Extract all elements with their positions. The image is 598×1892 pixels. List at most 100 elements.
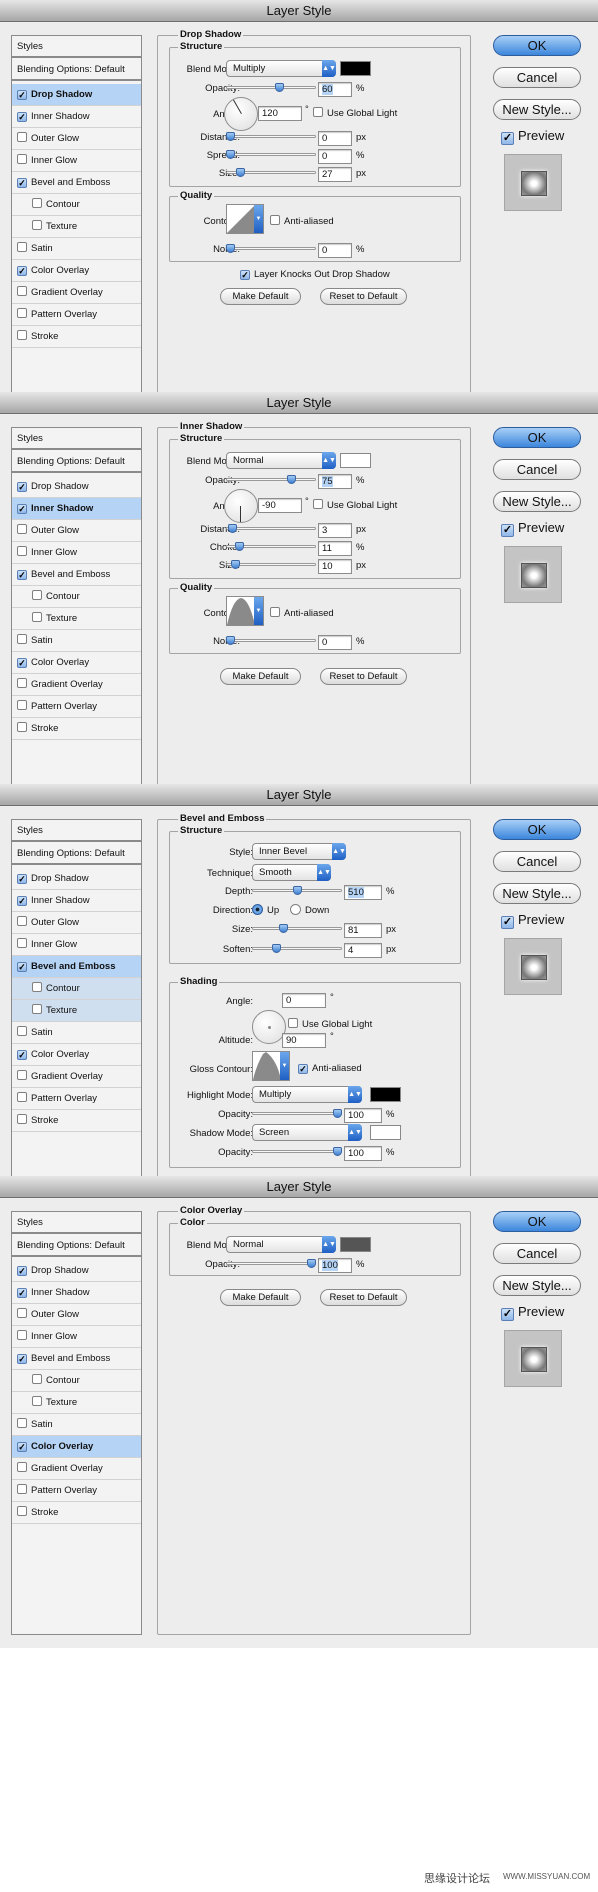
sidebar-item-pattern-overlay[interactable]: Pattern Overlay [12, 304, 141, 326]
depth-field[interactable]: 510 [344, 885, 382, 900]
angle-field[interactable]: 0 [282, 993, 326, 1008]
sidebar-item-blending-options-default[interactable]: Blending Options: Default [12, 59, 141, 81]
sidebar-item-styles[interactable]: Styles [12, 820, 141, 842]
make-default-button[interactable]: Make Default [220, 288, 301, 305]
sidebar-item-outer-glow[interactable]: Outer Glow [12, 128, 141, 150]
highlight-color-swatch[interactable] [370, 1087, 401, 1102]
checkbox-checked-icon[interactable]: ✓ [17, 1050, 27, 1060]
anti-aliased-checkbox[interactable]: Anti-aliased [270, 215, 334, 227]
depth-slider[interactable] [252, 886, 342, 895]
overlay-color-swatch[interactable] [340, 1237, 371, 1252]
slider-thumb[interactable] [228, 524, 237, 533]
sidebar-item-drop-shadow[interactable]: ✓ Drop Shadow [12, 868, 141, 890]
sidebar-item-satin[interactable]: Satin [12, 630, 141, 652]
checkbox-checked-icon[interactable]: ✓ [17, 1442, 27, 1452]
checkbox-checked-icon[interactable]: ✓ [298, 1064, 308, 1074]
sidebar-item-texture[interactable]: Texture [12, 608, 141, 630]
slider-thumb[interactable] [226, 132, 235, 141]
sidebar-item-contour[interactable]: Contour [12, 586, 141, 608]
slider-thumb[interactable] [236, 168, 245, 177]
spread-field[interactable]: 0 [318, 149, 352, 164]
checkbox-icon[interactable] [32, 590, 42, 600]
slider-thumb[interactable] [235, 542, 244, 551]
opacity-field[interactable]: 60 [318, 82, 352, 97]
checkbox-icon[interactable] [32, 198, 42, 208]
sidebar-item-gradient-overlay[interactable]: Gradient Overlay [12, 1458, 141, 1480]
checkbox-checked-icon[interactable]: ✓ [501, 524, 514, 537]
preview-checkbox[interactable]: ✓ Preview [501, 128, 564, 145]
cancel-button[interactable]: Cancel [493, 851, 581, 872]
sidebar-item-gradient-overlay[interactable]: Gradient Overlay [12, 674, 141, 696]
sidebar-item-inner-glow[interactable]: Inner Glow [12, 150, 141, 172]
sidebar-item-color-overlay[interactable]: ✓ Color Overlay [12, 260, 141, 282]
checkbox-checked-icon[interactable]: ✓ [17, 1288, 27, 1298]
direction-up-radio[interactable]: Up [252, 904, 279, 916]
ok-button[interactable]: OK [493, 1211, 581, 1232]
soften-field[interactable]: 4 [344, 943, 382, 958]
checkbox-icon[interactable] [270, 215, 280, 225]
sidebar-item-inner-shadow[interactable]: ✓ Inner Shadow [12, 890, 141, 912]
sidebar-item-outer-glow[interactable]: Outer Glow [12, 912, 141, 934]
checkbox-icon[interactable] [313, 499, 323, 509]
checkbox-icon[interactable] [17, 1092, 27, 1102]
sidebar-item-texture[interactable]: Texture [12, 1000, 141, 1022]
slider-thumb[interactable] [275, 83, 284, 92]
sidebar-item-inner-glow[interactable]: Inner Glow [12, 1326, 141, 1348]
sidebar-item-satin[interactable]: Satin [12, 1022, 141, 1044]
slider-thumb[interactable] [226, 150, 235, 159]
use-global-light-checkbox[interactable]: Use Global Light [313, 107, 397, 119]
sidebar-item-color-overlay[interactable]: ✓ Color Overlay [12, 1044, 141, 1066]
size-slider[interactable] [252, 924, 342, 933]
slider-thumb[interactable] [279, 924, 288, 933]
opacity-slider[interactable] [226, 1259, 316, 1268]
preview-checkbox[interactable]: ✓ Preview [501, 520, 564, 537]
sidebar-item-stroke[interactable]: Stroke [12, 326, 141, 348]
radio-icon[interactable] [290, 904, 301, 915]
shadow-opacity-field[interactable]: 100 [344, 1146, 382, 1161]
checkbox-checked-icon[interactable]: ✓ [17, 962, 27, 972]
checkbox-icon[interactable] [17, 916, 27, 926]
checkbox-checked-icon[interactable]: ✓ [501, 132, 514, 145]
sidebar-item-bevel-and-emboss[interactable]: ✓ Bevel and Emboss [12, 564, 141, 586]
make-default-button[interactable]: Make Default [220, 668, 301, 685]
altitude-field[interactable]: 90 [282, 1033, 326, 1048]
sidebar-item-styles[interactable]: Styles [12, 1212, 141, 1234]
ok-button[interactable]: OK [493, 427, 581, 448]
sidebar-item-inner-shadow[interactable]: ✓ Inner Shadow [12, 106, 141, 128]
use-global-light-checkbox[interactable]: Use Global Light [313, 499, 397, 511]
checkbox-icon[interactable] [17, 1330, 27, 1340]
size-field[interactable]: 81 [344, 923, 382, 938]
preview-checkbox[interactable]: ✓ Preview [501, 912, 564, 929]
checkbox-checked-icon[interactable]: ✓ [17, 112, 27, 122]
bevel-style-dropdown[interactable]: Inner Bevel ▲▼ [252, 843, 346, 860]
new-style-button[interactable]: New Style... [493, 1275, 581, 1296]
checkbox-icon[interactable] [32, 220, 42, 230]
opacity-field[interactable]: 100 [318, 1258, 352, 1273]
size-slider[interactable] [226, 560, 316, 569]
checkbox-icon[interactable] [32, 1004, 42, 1014]
shadow-mode-dropdown[interactable]: Screen ▲▼ [252, 1124, 362, 1141]
checkbox-checked-icon[interactable]: ✓ [17, 90, 27, 100]
angle-dial[interactable] [224, 489, 258, 523]
checkbox-checked-icon[interactable]: ✓ [240, 270, 250, 280]
checkbox-icon[interactable] [313, 107, 323, 117]
sidebar-item-inner-shadow[interactable]: ✓ Inner Shadow [12, 1282, 141, 1304]
contour-picker[interactable]: ▼ [226, 204, 264, 234]
gloss-contour-picker[interactable]: ▼ [252, 1051, 290, 1081]
checkbox-icon[interactable] [32, 982, 42, 992]
sidebar-item-stroke[interactable]: Stroke [12, 1502, 141, 1524]
checkbox-checked-icon[interactable]: ✓ [501, 916, 514, 929]
shadow-color-swatch[interactable] [370, 1125, 401, 1140]
distance-slider[interactable] [226, 132, 316, 141]
checkbox-icon[interactable] [270, 607, 280, 617]
checkbox-icon[interactable] [17, 1418, 27, 1428]
radio-selected-icon[interactable] [252, 904, 263, 915]
checkbox-checked-icon[interactable]: ✓ [501, 1308, 514, 1321]
sidebar-item-bevel-and-emboss[interactable]: ✓ Bevel and Emboss [12, 172, 141, 194]
distance-slider[interactable] [226, 524, 316, 533]
distance-field[interactable]: 0 [318, 131, 352, 146]
sidebar-item-gradient-overlay[interactable]: Gradient Overlay [12, 1066, 141, 1088]
anti-aliased-checkbox[interactable]: Anti-aliased [270, 607, 334, 619]
checkbox-icon[interactable] [17, 132, 27, 142]
choke-slider[interactable] [226, 542, 316, 551]
